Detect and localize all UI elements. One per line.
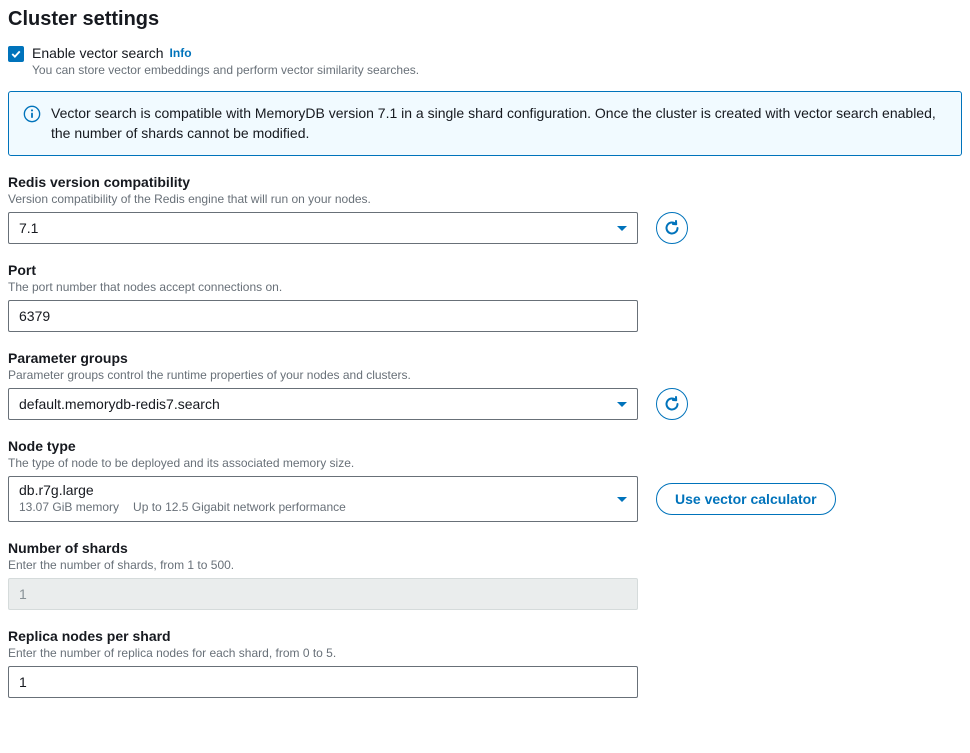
replica-nodes-desc: Enter the number of replica nodes for ea…: [8, 646, 962, 660]
replica-nodes-input[interactable]: [8, 666, 638, 698]
node-type-desc: The type of node to be deployed and its …: [8, 456, 962, 470]
info-link[interactable]: Info: [170, 46, 192, 60]
chevron-down-icon: [617, 226, 627, 231]
redis-version-desc: Version compatibility of the Redis engin…: [8, 192, 962, 206]
refresh-icon: [664, 396, 680, 412]
node-type-network: Up to 12.5 Gigabit network performance: [133, 500, 346, 514]
enable-vector-search-checkbox[interactable]: [8, 46, 24, 62]
redis-version-label: Redis version compatibility: [8, 174, 962, 190]
refresh-icon: [664, 220, 680, 236]
chevron-down-icon: [617, 402, 627, 407]
node-type-memory: 13.07 GiB memory: [19, 500, 119, 514]
redis-version-value: 7.1: [19, 220, 38, 236]
vector-search-info-banner: Vector search is compatible with MemoryD…: [8, 91, 962, 156]
info-banner-text: Vector search is compatible with MemoryD…: [51, 104, 947, 143]
use-vector-calculator-button[interactable]: Use vector calculator: [656, 483, 836, 515]
parameter-groups-select[interactable]: default.memorydb-redis7.search: [8, 388, 638, 420]
parameter-groups-refresh-button[interactable]: [656, 388, 688, 420]
page-title: Cluster settings: [8, 8, 962, 31]
redis-version-refresh-button[interactable]: [656, 212, 688, 244]
node-type-select[interactable]: db.r7g.large 13.07 GiB memory Up to 12.5…: [8, 476, 638, 522]
parameter-groups-label: Parameter groups: [8, 350, 962, 366]
number-of-shards-desc: Enter the number of shards, from 1 to 50…: [8, 558, 962, 572]
number-of-shards-label: Number of shards: [8, 540, 962, 556]
port-input[interactable]: [8, 300, 638, 332]
chevron-down-icon: [617, 497, 627, 502]
enable-vector-search-label: Enable vector search: [32, 45, 164, 61]
parameter-groups-value: default.memorydb-redis7.search: [19, 396, 220, 412]
redis-version-select[interactable]: 7.1: [8, 212, 638, 244]
node-type-label: Node type: [8, 438, 962, 454]
node-type-value: db.r7g.large: [19, 482, 346, 498]
port-label: Port: [8, 262, 962, 278]
number-of-shards-input: [8, 578, 638, 610]
enable-vector-search-desc: You can store vector embeddings and perf…: [32, 63, 419, 77]
port-desc: The port number that nodes accept connec…: [8, 280, 962, 294]
replica-nodes-label: Replica nodes per shard: [8, 628, 962, 644]
info-icon: [23, 105, 41, 123]
parameter-groups-desc: Parameter groups control the runtime pro…: [8, 368, 962, 382]
